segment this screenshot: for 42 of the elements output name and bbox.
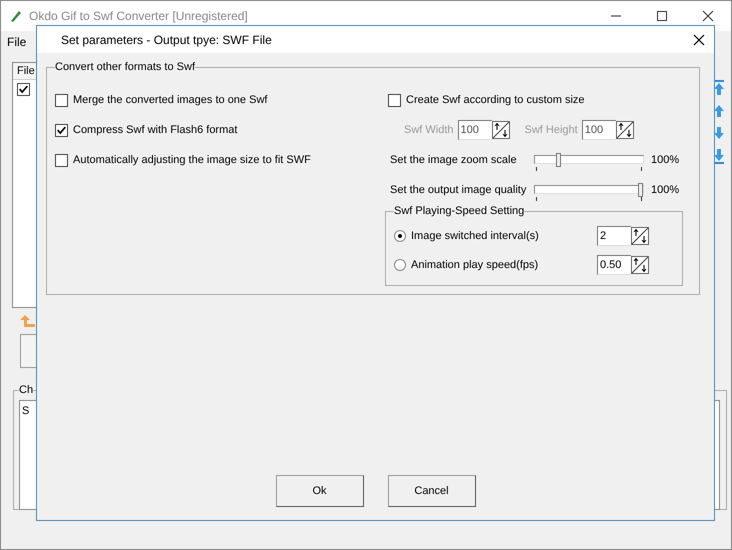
file-checkbox[interactable] [17,82,30,96]
radio-button[interactable] [394,258,406,270]
height-label: Swf Height [524,124,578,136]
up-arrow-icon[interactable] [713,104,725,118]
spin-arrows-icon[interactable] [631,256,649,274]
close-icon [702,10,714,22]
checkbox-label[interactable]: Merge the converted images to one Swf [73,94,268,106]
radio-label[interactable]: Image switched interval(s) [411,230,597,242]
checkbox[interactable] [55,154,68,166]
slider-track[interactable] [534,185,644,194]
dialog-button[interactable]: Ok [276,475,364,507]
slider-value: 100% [651,184,680,196]
slider-value: 100% [651,154,680,166]
radio-button[interactable] [394,230,406,242]
checkbox[interactable] [55,94,68,106]
slider-label: Set the output image quality [390,184,528,196]
slider-label: Set the image zoom scale [390,154,518,166]
checkbox-label[interactable]: Automatically adjusting the image size to fit SWF [73,154,311,166]
slider-track[interactable] [534,155,644,164]
group-title: Ch [19,384,34,396]
group-title: Swf Playing-Speed Setting [394,205,524,217]
list-item[interactable]: S [22,405,30,417]
move-top-icon[interactable] [713,80,725,96]
maximize-icon [656,10,668,22]
width-label: Swf Width [404,124,454,136]
value-field[interactable]: 2 [597,226,631,246]
window-title: Okdo Gif to Swf Converter [Unregistered] [29,9,248,23]
app-icon [9,9,23,23]
menu-item[interactable]: File [7,35,26,49]
radio-label[interactable]: Animation play speed(fps) [411,258,597,270]
move-bottom-icon[interactable] [713,148,725,164]
close-icon [693,34,705,46]
slider-thumb[interactable] [556,153,561,167]
group-title: Convert other formats to Swf [55,61,195,73]
dialog-title: Set parameters - Output tpye: SWF File [61,32,272,46]
spin-arrows-icon[interactable] [631,226,649,244]
value-field[interactable]: 0.50 [597,254,631,274]
slider-thumb[interactable] [638,183,643,197]
checkbox[interactable] [55,124,68,136]
checkbox-label[interactable]: Compress Swf with Flash6 format [73,124,238,136]
dialog-button[interactable]: Cancel [388,475,476,507]
down-arrow-icon[interactable] [713,126,725,140]
